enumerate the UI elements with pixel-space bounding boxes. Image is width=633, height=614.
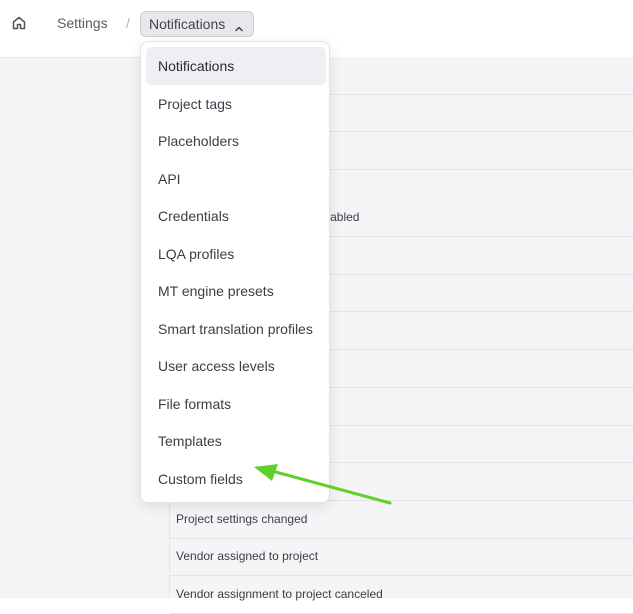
table-row[interactable]: Vendor assignment to project canceled [170,576,633,614]
menu-item-project-tags[interactable]: Project tags [146,85,326,123]
breadcrumb-current-dropdown[interactable]: Notifications [140,11,254,37]
breadcrumb-current-label: Notifications [149,16,226,32]
table-row[interactable]: Vendor assigned to project [170,538,633,576]
menu-item-lqa-profiles[interactable]: LQA profiles [146,235,326,273]
menu-item-templates[interactable]: Templates [146,422,326,460]
chevron-up-icon [233,18,245,32]
settings-dropdown-menu: Notifications Project tags Placeholders … [140,41,330,503]
menu-item-placeholders[interactable]: Placeholders [146,122,326,160]
menu-item-mt-engine-presets[interactable]: MT engine presets [146,272,326,310]
arrow-pointer-icon [254,464,392,505]
home-icon[interactable] [11,15,27,31]
breadcrumb-separator: / [126,15,130,31]
menu-item-notifications[interactable]: Notifications [146,47,326,85]
table-row[interactable]: Project settings changed [170,501,633,539]
menu-item-credentials[interactable]: Credentials [146,197,326,235]
breadcrumb-settings[interactable]: Settings [57,15,108,32]
menu-item-user-access-levels[interactable]: User access levels [146,347,326,385]
menu-item-file-formats[interactable]: File formats [146,385,326,423]
menu-item-api[interactable]: API [146,160,326,198]
menu-item-smart-translation-profiles[interactable]: Smart translation profiles [146,310,326,348]
